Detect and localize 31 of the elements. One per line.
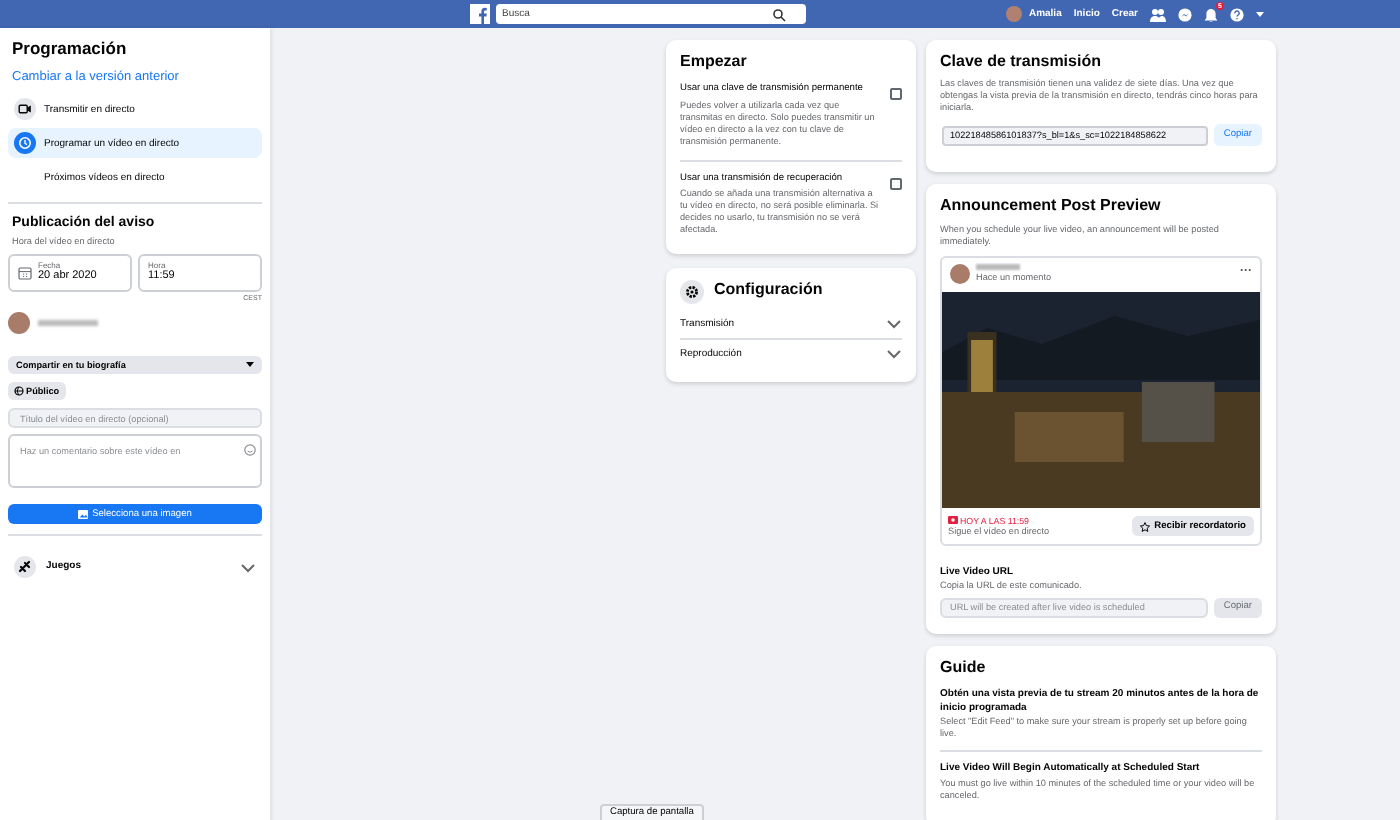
smiley-icon[interactable] <box>244 444 256 457</box>
avatar <box>8 312 30 335</box>
card-title: Configuración <box>714 280 823 302</box>
globe-icon <box>14 386 24 397</box>
video-camera-icon <box>14 98 36 121</box>
checkbox[interactable] <box>890 88 902 101</box>
checkbox[interactable] <box>890 177 902 189</box>
messenger-icon[interactable] <box>1178 7 1192 21</box>
blurred-name <box>38 320 98 327</box>
card-title: Empezar <box>680 52 749 73</box>
help-icon[interactable] <box>1230 7 1244 21</box>
star-icon <box>1140 521 1151 532</box>
friends-icon[interactable] <box>1150 7 1166 21</box>
caret-icon[interactable] <box>1256 11 1264 17</box>
calendar-icon <box>18 265 32 280</box>
image-icon <box>78 509 89 520</box>
card-title: Announcement Post Preview <box>940 196 1163 218</box>
chevron-down-icon <box>886 317 902 330</box>
gear-icon <box>680 279 704 304</box>
live-icon <box>948 516 958 525</box>
chevron-down-icon <box>240 561 256 574</box>
blurred-name <box>976 263 1020 270</box>
caret-icon <box>246 362 254 369</box>
chevron-down-icon <box>886 348 902 361</box>
avatar <box>950 263 970 284</box>
card-title: Guide <box>940 657 988 679</box>
clock-icon <box>14 132 36 155</box>
search-icon[interactable] <box>772 7 786 21</box>
page-title: Programación <box>12 38 129 61</box>
card-title: Clave de transmisión <box>940 52 1103 73</box>
bell-icon[interactable] <box>1204 7 1218 21</box>
